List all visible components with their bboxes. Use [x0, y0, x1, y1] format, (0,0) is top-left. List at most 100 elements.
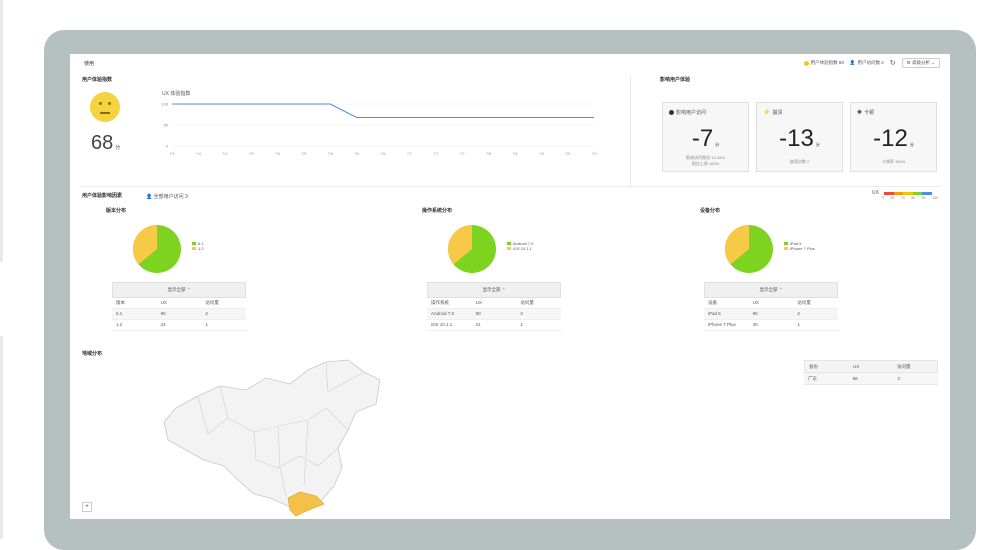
- legend-item: 1.2: [198, 246, 204, 251]
- issue-card-visits[interactable]: 影响用户访问 -7 分 影响访问频次 13.25% 相比上周 100%: [662, 102, 749, 172]
- experience-score-value: 68: [91, 132, 114, 154]
- table-header: UX: [160, 300, 167, 305]
- table-cell: 广东: [808, 376, 817, 381]
- ux-index-pill[interactable]: 用户体验指数 68: [803, 60, 844, 66]
- x-tick-label: 7/9: [565, 152, 570, 156]
- user-filter-label: 全部用户访问 3: [153, 194, 188, 200]
- table-cell: 6.1: [116, 311, 123, 316]
- divider: [80, 186, 940, 187]
- device-legend: iPad 5 iPhone 7 Plus: [784, 241, 815, 251]
- x-tick-label: 7/6: [354, 152, 359, 156]
- x-tick-label: 7/4: [196, 152, 201, 156]
- device-distribution-title: 设备分布: [700, 208, 721, 214]
- table-row[interactable]: Android 7.0 90 2: [427, 309, 561, 320]
- table-cell: 1: [797, 322, 800, 327]
- experience-score-unit: 分: [115, 145, 121, 151]
- legend-item: iOS 10.1.1: [513, 246, 532, 251]
- version-distribution-title: 版本分布: [106, 208, 127, 214]
- os-pie-chart: [447, 224, 496, 273]
- chevron-up-icon: ⌃: [778, 287, 783, 292]
- china-map: [163, 359, 381, 517]
- user-visits-pill[interactable]: 👤 用户访问数 2: [850, 60, 884, 66]
- ux-series-line: [172, 103, 594, 118]
- scale-tick: 70: [900, 196, 905, 200]
- table-row[interactable]: iPad 5 90 2: [704, 309, 838, 320]
- user-icon: 👤: [146, 194, 153, 200]
- y-tick-label: 0: [166, 144, 169, 149]
- issue-card-unit: 分: [909, 142, 914, 147]
- issue-card-value: -7: [691, 125, 714, 152]
- table-row[interactable]: iPhone 7 Plus 40 1: [704, 320, 838, 331]
- x-tick-label: 7/6: [381, 152, 386, 156]
- os-distribution-title: 操作系统分布: [422, 208, 453, 214]
- table-cell: 40: [752, 322, 758, 327]
- scale-tick: 80: [911, 196, 916, 200]
- table-header: 访问量: [205, 300, 219, 305]
- table-cell: 2: [797, 311, 800, 316]
- settings-label: 高级分析: [911, 60, 930, 65]
- user-visits-pill-label: 用户访问数 2: [857, 60, 884, 65]
- x-tick-label: 7/8: [486, 152, 491, 156]
- issue-card-value: -12: [873, 125, 908, 152]
- table-header: UX: [752, 300, 759, 305]
- left-edge-strip: [0, 0, 3, 262]
- table-row[interactable]: 1.2 24 1: [112, 320, 246, 331]
- device-pie-chart: [724, 224, 773, 273]
- table-header: 设备: [708, 300, 717, 305]
- table-row[interactable]: iOS 10.1.1 21 1: [427, 320, 561, 331]
- scale-tick: 100: [932, 196, 938, 200]
- x-tick-label: 7/5: [249, 152, 254, 156]
- show-all-label: 显示全部: [759, 287, 778, 292]
- table-header: UX: [853, 364, 860, 369]
- table-cell: 1: [520, 322, 523, 327]
- table-header-row: 版本 UX 访问量: [112, 298, 246, 309]
- lightning-icon: ⚡: [763, 110, 771, 116]
- issues-section-title: 影响用户体验: [660, 77, 691, 83]
- x-tick-label: 7/7: [433, 152, 438, 156]
- table-header: 访问量: [797, 300, 811, 305]
- table-row[interactable]: 广东 68 3: [804, 373, 938, 385]
- chevron-up-icon: ⌃: [501, 287, 506, 292]
- x-tick-label: 7/4: [222, 152, 227, 156]
- version-pie-chart: [132, 224, 181, 273]
- refresh-icon[interactable]: ↻: [890, 59, 896, 67]
- zoom-button[interactable]: +: [82, 502, 92, 512]
- chart-title: UX 体验指数: [162, 91, 191, 97]
- table-cell: 90: [752, 311, 758, 316]
- settings-dropdown[interactable]: ⚙ 高级分析 ⌄: [901, 58, 940, 68]
- show-all-toggle[interactable]: 显示全部 ⌃: [704, 282, 838, 298]
- legend-item: iPhone 7 Plus: [790, 246, 815, 251]
- x-tick-label: 7/8: [512, 152, 517, 156]
- header-toolbar: 用户体验指数 68 👤 用户访问数 2 ↻ ⚙ 高级分析 ⌄: [803, 58, 940, 68]
- issue-card-label: 崩溃: [772, 110, 783, 116]
- table-row[interactable]: 6.1 90 2: [112, 309, 246, 320]
- os-table: 显示全部 ⌃ 操作系统 UX 访问量 Android 7.0 90 2 iOS 10.1…: [427, 282, 561, 331]
- show-all-label: 显示全部: [482, 287, 501, 292]
- table-cell: 90: [475, 311, 481, 316]
- page-title: 使用: [84, 61, 95, 67]
- table-cell: 1.2: [116, 322, 123, 327]
- user-filter[interactable]: 👤 全部用户访问 3: [146, 193, 188, 200]
- x-tick-label: 7/5: [301, 152, 306, 156]
- issue-card-lag[interactable]: ✺ 卡顿 -12 分 卡顿率 100%: [850, 102, 937, 172]
- table-header-row: 操作系统 UX 访问量: [427, 298, 561, 309]
- divider: [630, 76, 631, 186]
- distribution-section-title: 用户体验影响因素: [82, 193, 123, 199]
- neutral-face-icon: [90, 92, 120, 122]
- table-cell: Android 7.0: [431, 311, 455, 316]
- table-header: 访问量: [897, 364, 911, 369]
- issue-card-crash[interactable]: ⚡ 崩溃 -13 分 崩溃次数 2: [756, 102, 843, 172]
- table-cell: 2: [205, 311, 208, 316]
- table-cell: 68: [852, 376, 858, 381]
- table-cell: iPad 5: [708, 311, 721, 316]
- chevron-down-icon: ⌄: [931, 60, 935, 65]
- x-tick-label: 7/7: [407, 152, 412, 156]
- x-tick-label: 7/9: [592, 152, 597, 156]
- table-cell: 90: [160, 311, 166, 316]
- alert-icon: [669, 110, 674, 115]
- issue-card-label: 卡顿: [864, 110, 875, 116]
- show-all-toggle[interactable]: 显示全部 ⌃: [427, 282, 561, 298]
- show-all-toggle[interactable]: 显示全部 ⌃: [112, 282, 246, 298]
- region-table: 省份 UX 访问量 广东 68 3: [804, 360, 938, 385]
- table-cell: iOS 10.1.1: [431, 322, 453, 327]
